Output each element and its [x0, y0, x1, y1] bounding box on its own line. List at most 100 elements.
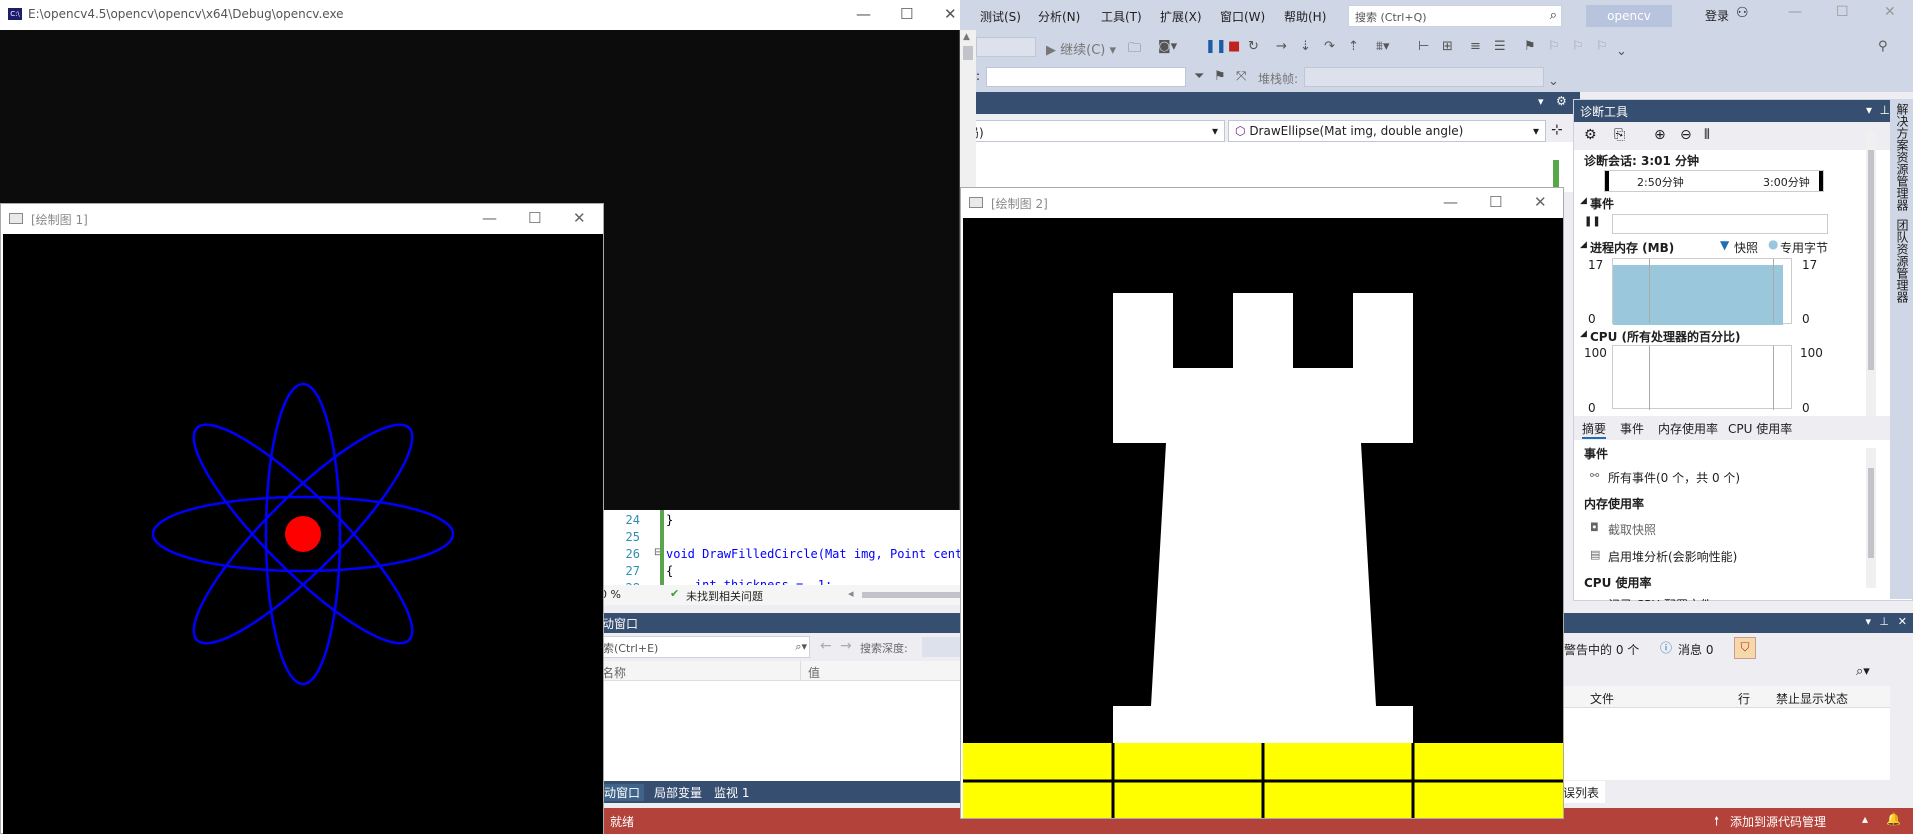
heap-analysis-button[interactable]: 启用堆分析(会影响性能): [1608, 548, 1737, 565]
toggle-icon[interactable]: ⊞: [1442, 39, 1453, 54]
folder-icon[interactable]: 🗀: [1128, 39, 1141, 61]
align-right-icon[interactable]: ≡: [1470, 39, 1481, 54]
pin-icon[interactable]: ⊥: [1880, 103, 1890, 117]
col-value[interactable]: 值: [808, 664, 820, 681]
minimize-icon[interactable]: —: [856, 5, 871, 23]
split-editor-icon[interactable]: ⊹: [1551, 122, 1563, 138]
close-icon[interactable]: ✕: [573, 209, 586, 227]
diag-timeline[interactable]: 2:50分钟 3:00分钟: [1604, 170, 1824, 192]
next-bookmark-icon[interactable]: ⚐: [1572, 39, 1584, 54]
search-icon[interactable]: ⌕▾: [1856, 664, 1870, 679]
messages-filter[interactable]: 消息 0: [1678, 641, 1713, 658]
menu-extensions[interactable]: 扩展(X): [1160, 8, 1202, 25]
vs-search-input[interactable]: 搜索 (Ctrl+Q) ⌕: [1348, 5, 1562, 27]
vs-close-icon[interactable]: ✕: [1884, 4, 1896, 20]
gear-icon[interactable]: ⚙: [1584, 127, 1597, 143]
build-filter-icon[interactable]: ⛉: [1734, 637, 1756, 659]
drawing-1-titlebar[interactable]: [绘制图 1] — ☐ ✕: [1, 204, 603, 234]
code-line[interactable]: {: [666, 564, 673, 578]
source-control-chevron-icon[interactable]: ▴: [1862, 812, 1868, 826]
collapse-icon[interactable]: ⤧: [1236, 69, 1246, 84]
col-file[interactable]: 文件: [1590, 690, 1614, 707]
continue-button[interactable]: ▶ 继续(C) ▾: [1046, 39, 1116, 58]
scrollbar-thumb[interactable]: [1868, 468, 1874, 558]
code-line[interactable]: void DrawFilledCircle(Mat img, Point cen…: [666, 547, 962, 561]
tab-memory-usage[interactable]: 内存使用率: [1658, 420, 1718, 437]
tab-solution-explorer[interactable]: 解决方案资源管理器: [1894, 103, 1911, 211]
step-out-icon[interactable]: ⇡: [1348, 39, 1359, 54]
notification-bell-icon[interactable]: 🔔: [1886, 812, 1901, 826]
prev-bookmark-icon[interactable]: ⚐: [1548, 39, 1560, 54]
dropdown-icon[interactable]: ▾: [1866, 103, 1872, 117]
member-combo[interactable]: ⬡ DrawEllipse(Mat img, double angle) ▾: [1228, 120, 1546, 142]
dropdown-icon[interactable]: ▾: [1865, 615, 1871, 628]
thread-combo[interactable]: [986, 67, 1186, 87]
memory-chart[interactable]: [1612, 258, 1792, 325]
editor-settings-icon[interactable]: ⚙: [1556, 94, 1567, 108]
menu-window[interactable]: 窗口(W): [1220, 8, 1265, 25]
col-line[interactable]: 行: [1738, 690, 1750, 707]
editor-body[interactable]: [960, 142, 1580, 192]
zoom-in-icon[interactable]: ⊕: [1654, 127, 1666, 143]
pause-icon[interactable]: ❚❚: [1584, 216, 1601, 227]
clear-bookmarks-icon[interactable]: ⚐: [1596, 39, 1608, 54]
pin-icon[interactable]: ⊥: [1879, 615, 1889, 628]
flag-icon[interactable]: ⚑: [1214, 69, 1226, 84]
tab-autos[interactable]: 动窗口: [600, 784, 645, 801]
drawing-window-1[interactable]: [绘制图 1] — ☐ ✕: [0, 203, 604, 834]
tab-locals[interactable]: 局部变量: [650, 784, 706, 801]
code-editor[interactable]: 24 } 25 26 ⊟ void DrawFilledCircle(Mat i…: [604, 505, 962, 587]
warnings-filter[interactable]: 警告中的 0 个: [1564, 641, 1639, 658]
tab-error-list[interactable]: 误列表: [1560, 781, 1605, 803]
tab-watch-1[interactable]: 监视 1: [710, 784, 753, 801]
live-share-icon[interactable]: ⚲: [1878, 39, 1888, 54]
chart-icon[interactable]: ⫴: [1704, 127, 1710, 143]
stack-frame-combo[interactable]: [1304, 67, 1544, 87]
error-list-body[interactable]: [1560, 708, 1890, 780]
horizontal-scrollbar[interactable]: [862, 592, 960, 598]
drawing-2-titlebar[interactable]: [绘制图 2] — ☐ ✕: [961, 188, 1563, 218]
record-cpu-profile[interactable]: 记录 CPU 配置文件: [1608, 596, 1712, 601]
back-arrow-icon[interactable]: ←: [820, 638, 832, 654]
filter-icon[interactable]: ⏷: [1194, 69, 1204, 84]
screenshot-icon[interactable]: ◙▾: [1158, 39, 1177, 54]
toolbar-overflow-icon[interactable]: ⌄: [1616, 44, 1627, 59]
collapse-triangle-icon[interactable]: ◢: [1580, 240, 1587, 250]
close-icon[interactable]: ✕: [944, 5, 957, 23]
console-titlebar[interactable]: C:\ E:\opencv4.5\opencv\opencv\x64\Debug…: [0, 0, 960, 30]
collapse-triangle-icon[interactable]: ◢: [1580, 329, 1587, 339]
atom-canvas[interactable]: [3, 234, 603, 834]
process-combo[interactable]: [976, 37, 1036, 57]
pause-icon[interactable]: ❚❚: [1205, 39, 1227, 54]
forward-arrow-icon[interactable]: →: [840, 638, 852, 654]
col-name[interactable]: 名称: [602, 664, 626, 681]
step-into-icon[interactable]: ⇣: [1300, 39, 1311, 54]
take-snapshot-button[interactable]: 截取快照: [1608, 521, 1656, 538]
collapse-triangle-icon[interactable]: ◢: [1580, 196, 1587, 206]
maximize-icon[interactable]: ☐: [528, 209, 541, 227]
restart-icon[interactable]: ↻: [1248, 39, 1259, 54]
scope-combo[interactable]: 局) ▾: [960, 120, 1225, 142]
zoom-out-icon[interactable]: ⊖: [1680, 127, 1692, 143]
bookmark-icon[interactable]: ⚑: [1524, 39, 1536, 54]
vs-maximize-icon[interactable]: ☐: [1836, 4, 1849, 20]
close-icon[interactable]: ✕: [1534, 193, 1547, 211]
source-control-button[interactable]: 添加到源代码管理: [1730, 813, 1826, 830]
minimize-icon[interactable]: —: [1443, 193, 1458, 211]
minimize-icon[interactable]: —: [482, 209, 497, 227]
tab-team-explorer[interactable]: 团队资源管理器: [1894, 219, 1911, 303]
vs-minimize-icon[interactable]: —: [1788, 4, 1802, 20]
step-over-icon[interactable]: ↷: [1324, 39, 1335, 54]
login-link[interactable]: 登录: [1705, 7, 1729, 24]
all-events-link[interactable]: 所有事件(0 个，共 0 个): [1608, 469, 1740, 486]
hex-display-icon[interactable]: ⩩▾: [1376, 39, 1389, 54]
tab-dropdown-icon[interactable]: ▾: [1538, 95, 1544, 108]
rook-canvas[interactable]: [963, 218, 1563, 818]
summary-scrollbar[interactable]: [1866, 448, 1876, 588]
maximize-icon[interactable]: ☐: [1489, 193, 1502, 211]
indent-icon[interactable]: ☰: [1494, 39, 1506, 54]
tab-summary[interactable]: 摘要: [1582, 420, 1607, 439]
maximize-icon[interactable]: ☐: [900, 5, 913, 23]
user-icon[interactable]: ⚇: [1736, 5, 1749, 21]
close-icon[interactable]: ✕: [1898, 615, 1907, 628]
